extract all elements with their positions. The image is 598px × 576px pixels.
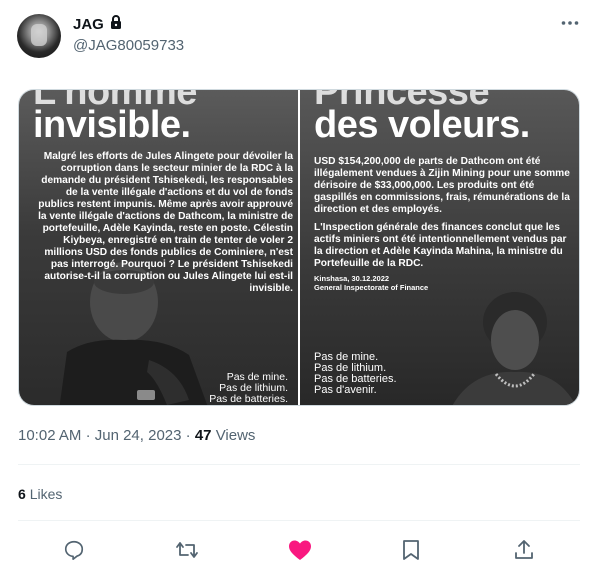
separator: · <box>85 427 91 444</box>
poster-right-body: USD $154,200,000 de parts de Dathcom ont… <box>314 156 576 276</box>
views-label: Views <box>215 427 256 444</box>
poster-right-paragraph: L'Inspection générale des finances concl… <box>314 222 567 269</box>
likes-link[interactable]: 6 Likes <box>18 486 62 502</box>
tweet-time[interactable]: 10:02 AM <box>18 427 81 444</box>
bookmark-icon[interactable] <box>396 535 426 565</box>
poster-left-footer-line: Pas de batteries. <box>209 393 288 405</box>
media-image-left[interactable]: L'homme invisible. Malgré les efforts de… <box>19 90 298 405</box>
tweet-timestamp: 10:02 AM · Jun 24, 2023 · 47 Views <box>18 427 255 444</box>
poster-right-source: Kinshasa, 30.12.2022 General Inspectorat… <box>314 274 428 292</box>
avatar[interactable] <box>17 14 61 58</box>
lock-icon <box>108 14 124 35</box>
media-grid: L'homme invisible. Malgré les efforts de… <box>18 89 580 406</box>
separator: · <box>185 427 191 444</box>
poster-right-footer: Pas de mine. Pas de lithium. Pas de batt… <box>314 352 397 396</box>
divider <box>18 520 580 521</box>
likes-count: 6 <box>18 486 26 502</box>
poster-left-body: Malgré les efforts de Jules Alingete pou… <box>38 151 293 294</box>
woman-portrait-figure <box>452 292 576 405</box>
tweet-date[interactable]: Jun 24, 2023 <box>95 427 182 444</box>
poster-right-paragraph: USD $154,200,000 de parts de Dathcom ont… <box>314 156 570 215</box>
poster-left-headline: invisible. <box>33 104 191 146</box>
more-options-icon[interactable] <box>559 13 581 33</box>
poster-right-source-line: Kinshasa, 30.12.2022 <box>314 274 390 283</box>
display-name[interactable]: JAG <box>73 16 104 33</box>
poster-right-headline: des voleurs. <box>314 104 530 146</box>
views-count: 47 <box>194 427 212 444</box>
poster-right-source-line: General Inspectorate of Finance <box>314 283 429 292</box>
poster-right-footer-line: Pas d'avenir. <box>314 384 377 396</box>
share-icon[interactable] <box>509 535 539 565</box>
likes-label: Likes <box>29 486 63 502</box>
action-bar <box>0 535 598 565</box>
poster-left-footer: Pas de mine. Pas de lithium. Pas de batt… <box>209 372 288 405</box>
media-image-right[interactable]: Princesse des voleurs. USD $154,200,000 … <box>300 90 579 405</box>
author-name-row[interactable]: JAG <box>73 14 124 34</box>
retweet-icon[interactable] <box>172 535 202 565</box>
like-heart-icon[interactable] <box>285 535 315 565</box>
reply-icon[interactable] <box>59 535 89 565</box>
author-handle[interactable]: @JAG80059733 <box>73 37 184 54</box>
divider <box>18 464 580 465</box>
